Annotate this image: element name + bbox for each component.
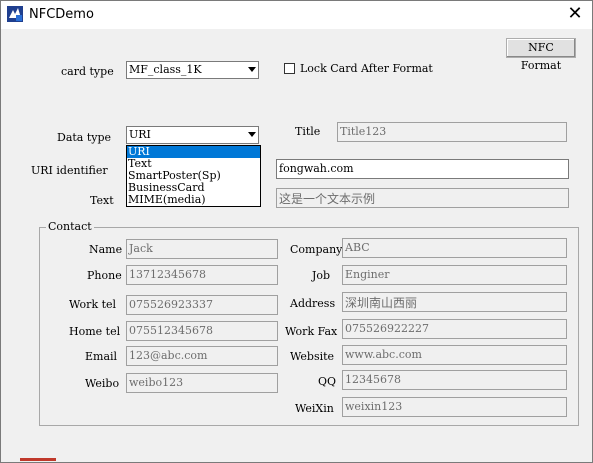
uri-identifier-input[interactable]: fongwah.com bbox=[276, 159, 569, 179]
phone-input[interactable]: 13712345678 bbox=[126, 265, 278, 285]
data-type-label: Data type bbox=[57, 131, 112, 144]
company-input[interactable]: ABC bbox=[342, 238, 567, 258]
text-input[interactable]: 这是一个文本示例 bbox=[276, 188, 569, 208]
address-input[interactable]: 深圳南山西丽 bbox=[342, 292, 567, 312]
title-label: Title bbox=[295, 125, 321, 138]
company-label: Company bbox=[290, 243, 343, 256]
data-type-option[interactable]: MIME(media) bbox=[127, 194, 260, 206]
qq-input[interactable]: 12345678 bbox=[342, 370, 567, 390]
qq-label: QQ bbox=[318, 375, 337, 388]
window-title: NFCDemo bbox=[29, 7, 94, 22]
weixin-input[interactable]: weixin123 bbox=[342, 397, 567, 417]
name-input[interactable]: Jack bbox=[126, 239, 278, 259]
website-input[interactable]: www.abc.com bbox=[342, 345, 567, 365]
phone-label: Phone bbox=[87, 269, 122, 282]
chevron-down-icon bbox=[248, 67, 256, 72]
name-label: Name bbox=[89, 243, 123, 256]
job-label: Job bbox=[312, 269, 331, 282]
work-tel-label: Work tel bbox=[69, 298, 117, 311]
taskbar-fragment bbox=[20, 458, 56, 461]
close-icon[interactable]: ✕ bbox=[561, 3, 589, 25]
weixin-label: WeiXin bbox=[295, 402, 334, 415]
home-tel-input[interactable]: 075512345678 bbox=[126, 321, 278, 341]
work-fax-input[interactable]: 075526922227 bbox=[342, 319, 567, 339]
text-label: Text bbox=[90, 194, 114, 207]
data-type-value: URI bbox=[129, 128, 151, 141]
work-fax-label: Work Fax bbox=[285, 325, 338, 338]
main-window: NFCDemo ✕ NFC Format card type MF_class_… bbox=[0, 0, 593, 463]
card-type-label: card type bbox=[61, 65, 114, 78]
uri-identifier-label: URI identifier bbox=[31, 164, 108, 177]
weibo-label: Weibo bbox=[85, 377, 120, 390]
work-tel-input[interactable]: 075526923337 bbox=[126, 295, 278, 315]
data-type-select[interactable]: URI bbox=[126, 126, 259, 144]
website-label: Website bbox=[290, 350, 335, 363]
email-input[interactable]: 123@abc.com bbox=[126, 346, 278, 366]
job-input[interactable]: Enginer bbox=[342, 265, 567, 285]
card-type-select[interactable]: MF_class_1K bbox=[126, 61, 259, 79]
nfc-format-button[interactable]: NFC Format bbox=[506, 38, 576, 72]
title-bar[interactable]: NFCDemo ✕ bbox=[1, 1, 592, 29]
card-type-value: MF_class_1K bbox=[129, 63, 202, 76]
lock-card-label: Lock Card After Format bbox=[300, 62, 433, 75]
chevron-down-icon bbox=[248, 132, 256, 137]
data-type-dropdown-list: URI Text SmartPoster(Sp) BusinessCard MI… bbox=[126, 145, 261, 207]
home-tel-label: Home tel bbox=[69, 325, 121, 338]
title-input[interactable]: Title123 bbox=[337, 122, 567, 142]
contact-group-title: Contact bbox=[46, 220, 94, 233]
email-label: Email bbox=[85, 350, 118, 363]
lock-card-checkbox[interactable] bbox=[284, 63, 295, 74]
address-label: Address bbox=[290, 297, 336, 310]
nfc-app-icon bbox=[7, 6, 23, 22]
weibo-input[interactable]: weibo123 bbox=[126, 373, 278, 393]
